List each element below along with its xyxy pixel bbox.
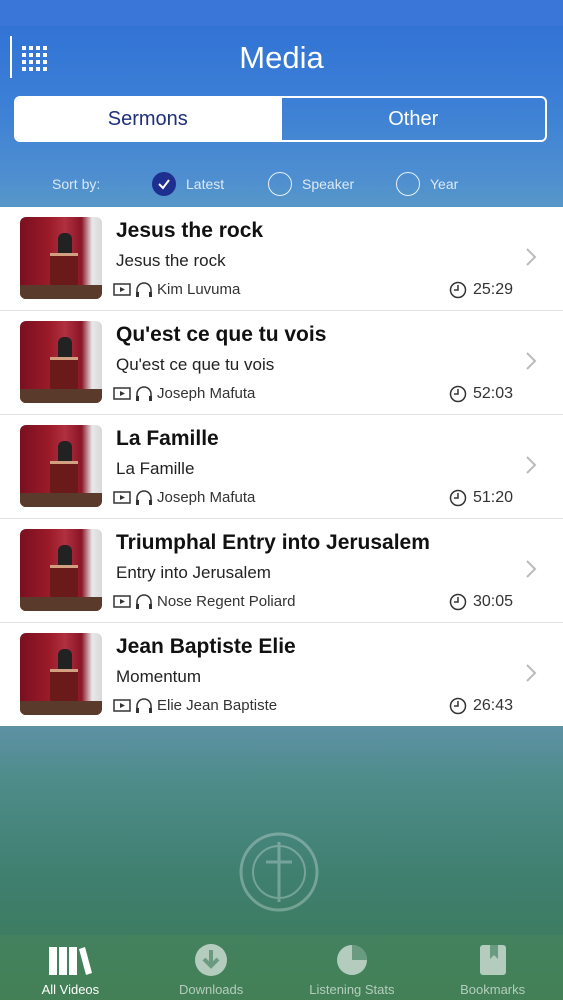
tab-label: Downloads — [178, 982, 244, 997]
item-speaker: Joseph Mafuta — [157, 489, 256, 506]
sermon-thumbnail — [20, 321, 102, 403]
checkmark-icon — [152, 172, 176, 196]
tab-all-videos[interactable]: All Videos — [0, 935, 141, 1000]
item-duration: 30:05 — [449, 593, 513, 611]
download-icon — [195, 944, 228, 976]
sermon-list: Jesus the rock Jesus the rock Kim Luvuma… — [0, 207, 563, 726]
sermon-thumbnail — [20, 633, 102, 715]
tab-bookmarks[interactable]: Bookmarks — [422, 935, 563, 1000]
sermon-thumbnail — [20, 217, 102, 299]
tab-label: Bookmarks — [460, 982, 526, 997]
sermon-thumbnail — [20, 529, 102, 611]
clock-icon — [449, 385, 467, 403]
list-item[interactable]: Jesus the rock Jesus the rock Kim Luvuma… — [0, 207, 563, 311]
chevron-right-icon — [526, 664, 537, 682]
headphones-icon — [136, 593, 152, 609]
status-bar — [0, 0, 563, 26]
sort-speaker-label: Speaker — [302, 176, 355, 192]
sermon-thumbnail — [20, 425, 102, 507]
list-item[interactable]: Qu'est ce que tu vois Qu'est ce que tu v… — [0, 311, 563, 415]
sort-year-option[interactable]: Year — [396, 172, 458, 196]
list-item[interactable]: La Famille La Famille Joseph Mafuta 51:2… — [0, 415, 563, 519]
item-speaker: Nose Regent Poliard — [157, 593, 296, 610]
segmented-control: Sermons Other — [14, 96, 547, 142]
item-meta: Joseph Mafuta — [113, 489, 255, 506]
clock-icon — [449, 281, 467, 299]
list-item[interactable]: Triumphal Entry into Jerusalem Entry int… — [0, 519, 563, 623]
item-title: Triumphal Entry into Jerusalem — [116, 531, 430, 554]
item-duration: 25:29 — [449, 281, 513, 299]
item-title: La Famille — [116, 427, 219, 450]
headphones-icon — [136, 489, 152, 505]
headphones-icon — [136, 697, 152, 713]
item-meta: Kim Luvuma — [113, 281, 240, 298]
page-title: Media — [239, 40, 324, 75]
item-title: Jesus the rock — [116, 219, 264, 242]
item-title: Qu'est ce que tu vois — [116, 323, 327, 346]
chevron-right-icon — [526, 456, 537, 474]
item-meta: Elie Jean Baptiste — [113, 697, 277, 714]
chevron-right-icon — [526, 248, 537, 266]
item-duration-value: 52:03 — [472, 385, 513, 402]
headphones-icon — [136, 385, 152, 401]
item-subtitle: Entry into Jerusalem — [116, 563, 271, 582]
bookmark-icon — [479, 945, 506, 975]
clock-icon — [449, 489, 467, 507]
sort-bar: Sort by: Latest Speaker Year — [0, 168, 563, 202]
bottom-tab-bar: All Videos Downloads Listening Stats Boo… — [0, 935, 563, 1000]
item-duration-value: 30:05 — [472, 593, 513, 610]
item-speaker: Joseph Mafuta — [157, 385, 256, 402]
tab-listening-stats[interactable]: Listening Stats — [282, 935, 423, 1000]
tab-downloads[interactable]: Downloads — [141, 935, 282, 1000]
video-icon — [113, 490, 131, 504]
item-duration: 52:03 — [449, 385, 513, 403]
radio-empty-icon — [396, 172, 420, 196]
sort-speaker-option[interactable]: Speaker — [268, 172, 354, 196]
sort-latest-label: Latest — [186, 176, 225, 192]
item-speaker: Elie Jean Baptiste — [157, 697, 278, 714]
tab-sermons[interactable]: Sermons — [16, 98, 280, 140]
pie-chart-icon — [336, 945, 367, 975]
tab-label: Listening Stats — [309, 982, 395, 997]
item-title: Jean Baptiste Elie — [116, 635, 296, 658]
item-duration: 51:20 — [449, 489, 513, 507]
video-icon — [113, 386, 131, 400]
item-meta: Nose Regent Poliard — [113, 593, 295, 610]
sort-label: Sort by: — [52, 176, 101, 192]
church-logo-watermark — [239, 832, 319, 912]
books-icon — [49, 947, 93, 975]
tab-label: All Videos — [41, 982, 100, 997]
video-icon — [113, 282, 131, 296]
item-duration-value: 26:43 — [472, 697, 513, 714]
video-icon — [113, 594, 131, 608]
headphones-icon — [136, 281, 152, 297]
item-speaker: Kim Luvuma — [157, 281, 241, 298]
item-subtitle: Momentum — [116, 667, 202, 686]
sort-latest-option[interactable]: Latest — [152, 172, 224, 196]
list-item[interactable]: Jean Baptiste Elie Momentum Elie Jean Ba… — [0, 623, 563, 726]
item-meta: Joseph Mafuta — [113, 385, 255, 402]
clock-icon — [449, 697, 467, 715]
item-subtitle: Qu'est ce que tu vois — [116, 355, 275, 374]
radio-empty-icon — [268, 172, 292, 196]
item-duration-value: 51:20 — [472, 489, 513, 506]
chevron-right-icon — [526, 560, 537, 578]
item-duration: 26:43 — [449, 697, 513, 715]
tab-other[interactable]: Other — [279, 98, 546, 140]
clock-icon — [449, 593, 467, 611]
sort-year-label: Year — [430, 176, 459, 192]
item-duration-value: 25:29 — [472, 281, 513, 298]
video-icon — [113, 698, 131, 712]
item-subtitle: La Famille — [116, 459, 195, 478]
item-subtitle: Jesus the rock — [116, 251, 226, 270]
chevron-right-icon — [526, 352, 537, 370]
